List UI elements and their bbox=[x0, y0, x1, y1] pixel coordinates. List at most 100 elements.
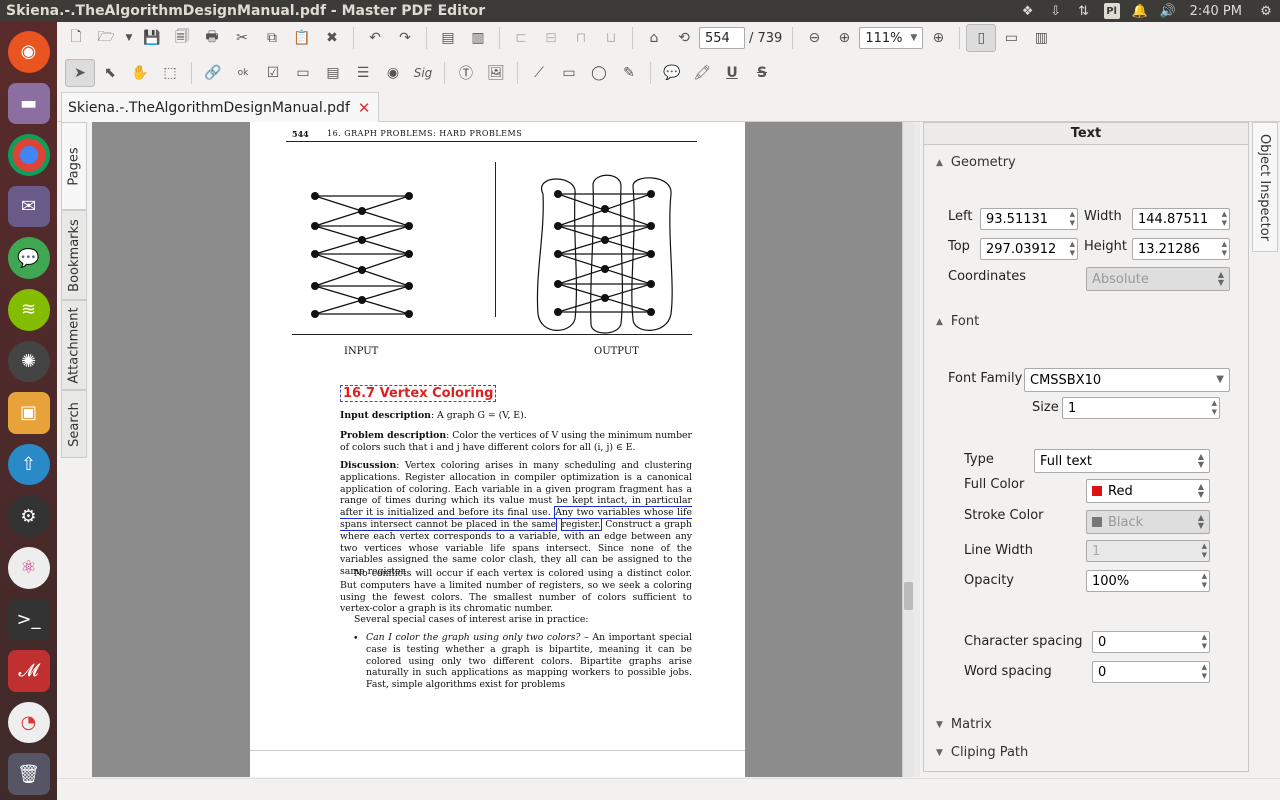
checkbox-field-icon[interactable]: ☑ bbox=[258, 59, 288, 87]
open-file-icon[interactable]: 🗁 bbox=[91, 24, 121, 52]
redo-icon[interactable]: ↷ bbox=[390, 24, 420, 52]
copy-icon[interactable]: ⧉ bbox=[257, 24, 287, 52]
tab-search[interactable]: Search bbox=[61, 390, 87, 458]
highlighter-icon[interactable]: 🖍 bbox=[687, 59, 717, 87]
mail-icon[interactable]: ✉ bbox=[7, 185, 50, 228]
text-tool-icon[interactable]: Ⓣ bbox=[451, 59, 481, 87]
align-center-icon[interactable]: ⊟ bbox=[536, 24, 566, 52]
chrome-icon[interactable] bbox=[7, 134, 50, 176]
size-input[interactable]: 1 ▲ ▼ bbox=[1062, 397, 1220, 419]
volume-icon[interactable]: 🔊 bbox=[1154, 0, 1182, 22]
send-back-icon[interactable]: ▥ bbox=[463, 24, 493, 52]
close-icon[interactable]: ✕ bbox=[358, 99, 371, 117]
spin-arrows-icon[interactable]: ▲ ▼ bbox=[1222, 210, 1227, 228]
button-field-icon[interactable]: ok bbox=[228, 59, 258, 87]
spin-arrows-icon[interactable]: ▲ ▼ bbox=[1212, 399, 1217, 417]
software-center-icon[interactable]: ▣ bbox=[7, 392, 50, 434]
geometry-section-toggle[interactable]: ▲ Geometry bbox=[936, 155, 1016, 170]
master-pdf-icon[interactable]: 𝓜 bbox=[7, 650, 50, 692]
listbox-icon[interactable]: ☰ bbox=[348, 59, 378, 87]
matrix-section-toggle[interactable]: ▼ Matrix bbox=[936, 717, 992, 732]
underline-icon[interactable]: U bbox=[717, 59, 747, 87]
aperture-icon[interactable]: ✺ bbox=[7, 340, 50, 383]
spin-arrows-icon[interactable]: ▲ ▼ bbox=[1070, 240, 1075, 258]
single-page-view-icon[interactable]: ▯ bbox=[966, 24, 997, 52]
steam-icon[interactable]: ⚙ bbox=[7, 495, 50, 537]
spin-arrows-icon[interactable]: ▲ ▼ bbox=[1222, 240, 1227, 258]
align-left-icon[interactable]: ⊏ bbox=[506, 24, 536, 52]
zoom-out-icon[interactable]: ⊖ bbox=[799, 24, 829, 52]
chat-icon[interactable]: 💬 bbox=[7, 237, 50, 279]
select-area-icon[interactable]: ⬚ bbox=[155, 59, 185, 87]
spin-arrows-icon[interactable]: ▲ ▼ bbox=[1202, 633, 1207, 651]
opacity-input[interactable]: 100% ▲ ▼ bbox=[1086, 570, 1210, 592]
highlighted-text-2[interactable]: register. bbox=[560, 517, 602, 531]
polyline-icon[interactable]: ⟋ bbox=[524, 59, 554, 87]
font-section-toggle[interactable]: ▲ Font bbox=[936, 314, 979, 329]
print-icon[interactable]: 🖶 bbox=[197, 24, 227, 52]
ubuntu-dash-icon[interactable]: ◉ bbox=[7, 31, 50, 73]
strikethrough-icon[interactable]: S bbox=[747, 59, 777, 87]
undo-icon[interactable]: ↶ bbox=[360, 24, 390, 52]
two-page-view-icon[interactable]: ▭ bbox=[996, 24, 1026, 52]
open-dropdown-icon[interactable]: ▼ bbox=[121, 24, 137, 52]
comment-icon[interactable]: 💬 bbox=[657, 59, 687, 87]
terminal-icon[interactable]: >_ bbox=[7, 598, 50, 641]
spin-arrows-icon[interactable]: ▲ ▼ bbox=[1202, 663, 1207, 681]
tab-document[interactable]: Skiena.-.TheAlgorithmDesignManual.pdf ✕ bbox=[61, 92, 380, 122]
zoom-in-icon[interactable]: ⊕ bbox=[923, 24, 953, 52]
cut-icon[interactable]: ✂ bbox=[227, 24, 257, 52]
vertical-scrollbar[interactable] bbox=[902, 122, 914, 777]
power-gear-icon[interactable]: ⚙ bbox=[1252, 0, 1280, 22]
full-color-select[interactable]: Red ▲ ▼ bbox=[1086, 479, 1210, 503]
files-icon[interactable]: ▬ bbox=[7, 82, 50, 125]
atom-icon[interactable]: ⚛ bbox=[7, 546, 50, 589]
spin-arrows-icon[interactable]: ▲ ▼ bbox=[1202, 572, 1207, 590]
delete-icon[interactable]: ✖ bbox=[317, 24, 347, 52]
tab-attachment[interactable]: Attachment bbox=[61, 300, 87, 390]
align-bottom-icon[interactable]: ⊔ bbox=[596, 24, 626, 52]
scrollbar-thumb[interactable] bbox=[904, 582, 913, 610]
select-arrow-icon[interactable]: ➤ bbox=[65, 59, 95, 87]
line-width-input[interactable]: 1 ▲ ▼ bbox=[1086, 540, 1210, 562]
coordinates-select[interactable]: Absolute ▲ ▼ bbox=[1086, 267, 1230, 291]
zoom-fit-icon[interactable]: ⊕ bbox=[829, 24, 859, 52]
pencil-icon[interactable]: ✎ bbox=[614, 59, 644, 87]
word-spacing-input[interactable]: 0 ▲ ▼ bbox=[1092, 661, 1210, 683]
page-number-input[interactable]: 554 bbox=[699, 27, 745, 49]
keyboard-indicator[interactable]: Pl bbox=[1098, 0, 1126, 22]
zoom-select[interactable]: 111% ▼ bbox=[859, 27, 924, 49]
section-title-selected[interactable]: 16.7 Vertex Coloring bbox=[340, 385, 497, 402]
ellipse-icon[interactable]: ◯ bbox=[584, 59, 614, 87]
update-icon[interactable]: ⇩ bbox=[1042, 0, 1070, 22]
network-icon[interactable]: ⇅ bbox=[1070, 0, 1098, 22]
edit-objects-icon[interactable]: ⬉ bbox=[95, 59, 125, 87]
dropbox-icon[interactable]: ❖ bbox=[1014, 0, 1042, 22]
tab-object-inspector[interactable]: Object Inspector bbox=[1252, 122, 1278, 252]
left-input[interactable]: 93.51131 ▲ ▼ bbox=[980, 208, 1078, 230]
save-icon[interactable]: 💾 bbox=[137, 24, 167, 52]
rectangle-icon[interactable]: ▭ bbox=[554, 59, 584, 87]
spin-arrows-icon[interactable]: ▲ ▼ bbox=[1070, 210, 1075, 228]
clock[interactable]: 2:40 PM bbox=[1182, 4, 1252, 19]
pdf-page[interactable]: 544 16. GRAPH PROBLEMS: HARD PROBLEMS IN… bbox=[250, 122, 745, 777]
radio-button-icon[interactable]: ◉ bbox=[378, 59, 408, 87]
link-icon[interactable]: 🔗 bbox=[198, 59, 228, 87]
clipping-section-toggle[interactable]: ▼ Cliping Path bbox=[936, 745, 1028, 760]
upload-icon[interactable]: ⇧ bbox=[7, 443, 50, 486]
panel-splitter[interactable] bbox=[914, 122, 920, 777]
stroke-color-select[interactable]: Black ▲ ▼ bbox=[1086, 510, 1210, 534]
type-select[interactable]: Full text ▲ ▼ bbox=[1034, 449, 1210, 473]
height-input[interactable]: 13.21286 ▲ ▼ bbox=[1132, 238, 1230, 260]
top-input[interactable]: 297.03912 ▲ ▼ bbox=[980, 238, 1078, 260]
align-top-icon[interactable]: ⊓ bbox=[566, 24, 596, 52]
signature-icon[interactable]: Sig bbox=[408, 59, 438, 87]
bring-front-icon[interactable]: ▤ bbox=[433, 24, 463, 52]
spin-arrows-icon[interactable]: ▲ ▼ bbox=[1202, 542, 1207, 560]
save-as-icon[interactable]: 🗐 bbox=[167, 24, 197, 52]
tab-bookmarks[interactable]: Bookmarks bbox=[61, 210, 87, 300]
notification-bell-icon[interactable]: 🔔 bbox=[1126, 0, 1154, 22]
paste-icon[interactable]: 📋 bbox=[287, 24, 317, 52]
hand-tool-icon[interactable]: ✋ bbox=[125, 59, 155, 87]
image-tool-icon[interactable]: 🖼 bbox=[481, 59, 511, 87]
